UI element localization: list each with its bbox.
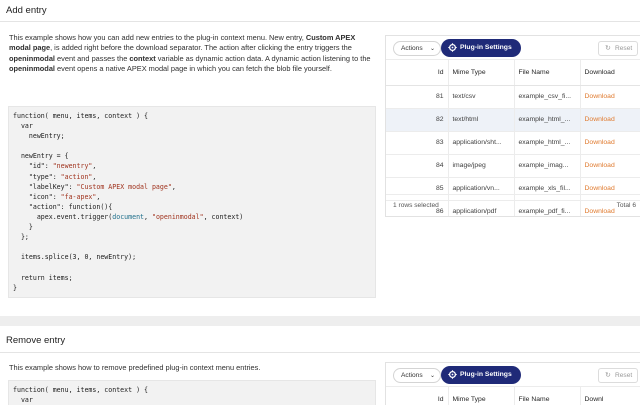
table-row[interactable]: 83 application/sht... example_html_... Down… [386,131,640,155]
download-link[interactable]: Download [580,85,640,109]
add-entry-section: Add entry This example shows how you can… [0,0,640,316]
reset-button[interactable]: ↻ Reset [598,368,638,383]
column-header-download[interactable]: Downl [580,387,640,405]
refresh-icon: ↻ [605,372,611,379]
grid-footer: 1 rows selected Total 6 [386,194,640,216]
reset-button[interactable]: ↻ Reset [598,41,638,56]
table-header-row: Id Mime Type File Name Download [386,60,640,86]
actions-menu-button[interactable]: Actions ⌄ [393,41,441,56]
column-header-mime-type[interactable]: Mime Type [448,60,515,86]
grid-toolbar: Actions ⌄ Plug-in Settings ↻ Reset [386,363,640,387]
actions-menu-button[interactable]: Actions ⌄ [393,368,441,383]
interactive-grid: Actions ⌄ Plug-in Settings ↻ Reset Id Mime… [385,35,640,217]
grid-toolbar: Actions ⌄ Plug-in Settings ↻ Reset [386,36,640,60]
table-row[interactable]: 82 text/html example_html_... Download [386,108,640,132]
column-header-download[interactable]: Download [580,60,640,86]
grid-table: Id Mime Type File Name Downl [386,387,640,405]
download-link[interactable]: Download [580,154,640,178]
column-header-file-name[interactable]: File Name [514,60,581,86]
selection-status: 1 rows selected [393,202,439,209]
add-entry-description: This example shows how you can add new e… [9,33,371,74]
column-header-mime-type[interactable]: Mime Type [448,387,515,405]
column-header-file-name[interactable]: File Name [514,387,581,405]
chevron-down-icon: ⌄ [429,46,435,52]
table-row[interactable]: 84 image/jpeg example_imag... Download [386,154,640,178]
table-header-row: Id Mime Type File Name Downl [386,387,640,405]
plugin-settings-button[interactable]: Plug-in Settings [441,39,521,57]
refresh-icon: ↻ [605,45,611,52]
remove-entry-section: Remove entry This example shows how to r… [0,326,640,405]
section-title: Remove entry [0,326,640,353]
gear-icon [448,43,457,52]
column-header-id[interactable]: Id [386,60,449,86]
column-header-id[interactable]: Id [386,387,449,405]
chevron-down-icon: ⌄ [429,373,435,379]
total-count: Total 6 [616,202,636,209]
section-title: Add entry [0,0,640,22]
download-link[interactable]: Download [580,131,640,155]
table-row[interactable]: 81 text/csv example_csv_fi... Download [386,85,640,109]
code-block: function( menu, items, context ) { var [8,380,376,405]
plugin-settings-button[interactable]: Plug-in Settings [441,366,521,384]
code-block: function( menu, items, context ) { var n… [8,106,376,298]
gear-icon [448,370,457,379]
remove-entry-description: This example shows how to remove predefi… [9,363,261,372]
interactive-grid: Actions ⌄ Plug-in Settings ↻ Reset Id Mime… [385,362,640,405]
download-link[interactable]: Download [580,108,640,132]
